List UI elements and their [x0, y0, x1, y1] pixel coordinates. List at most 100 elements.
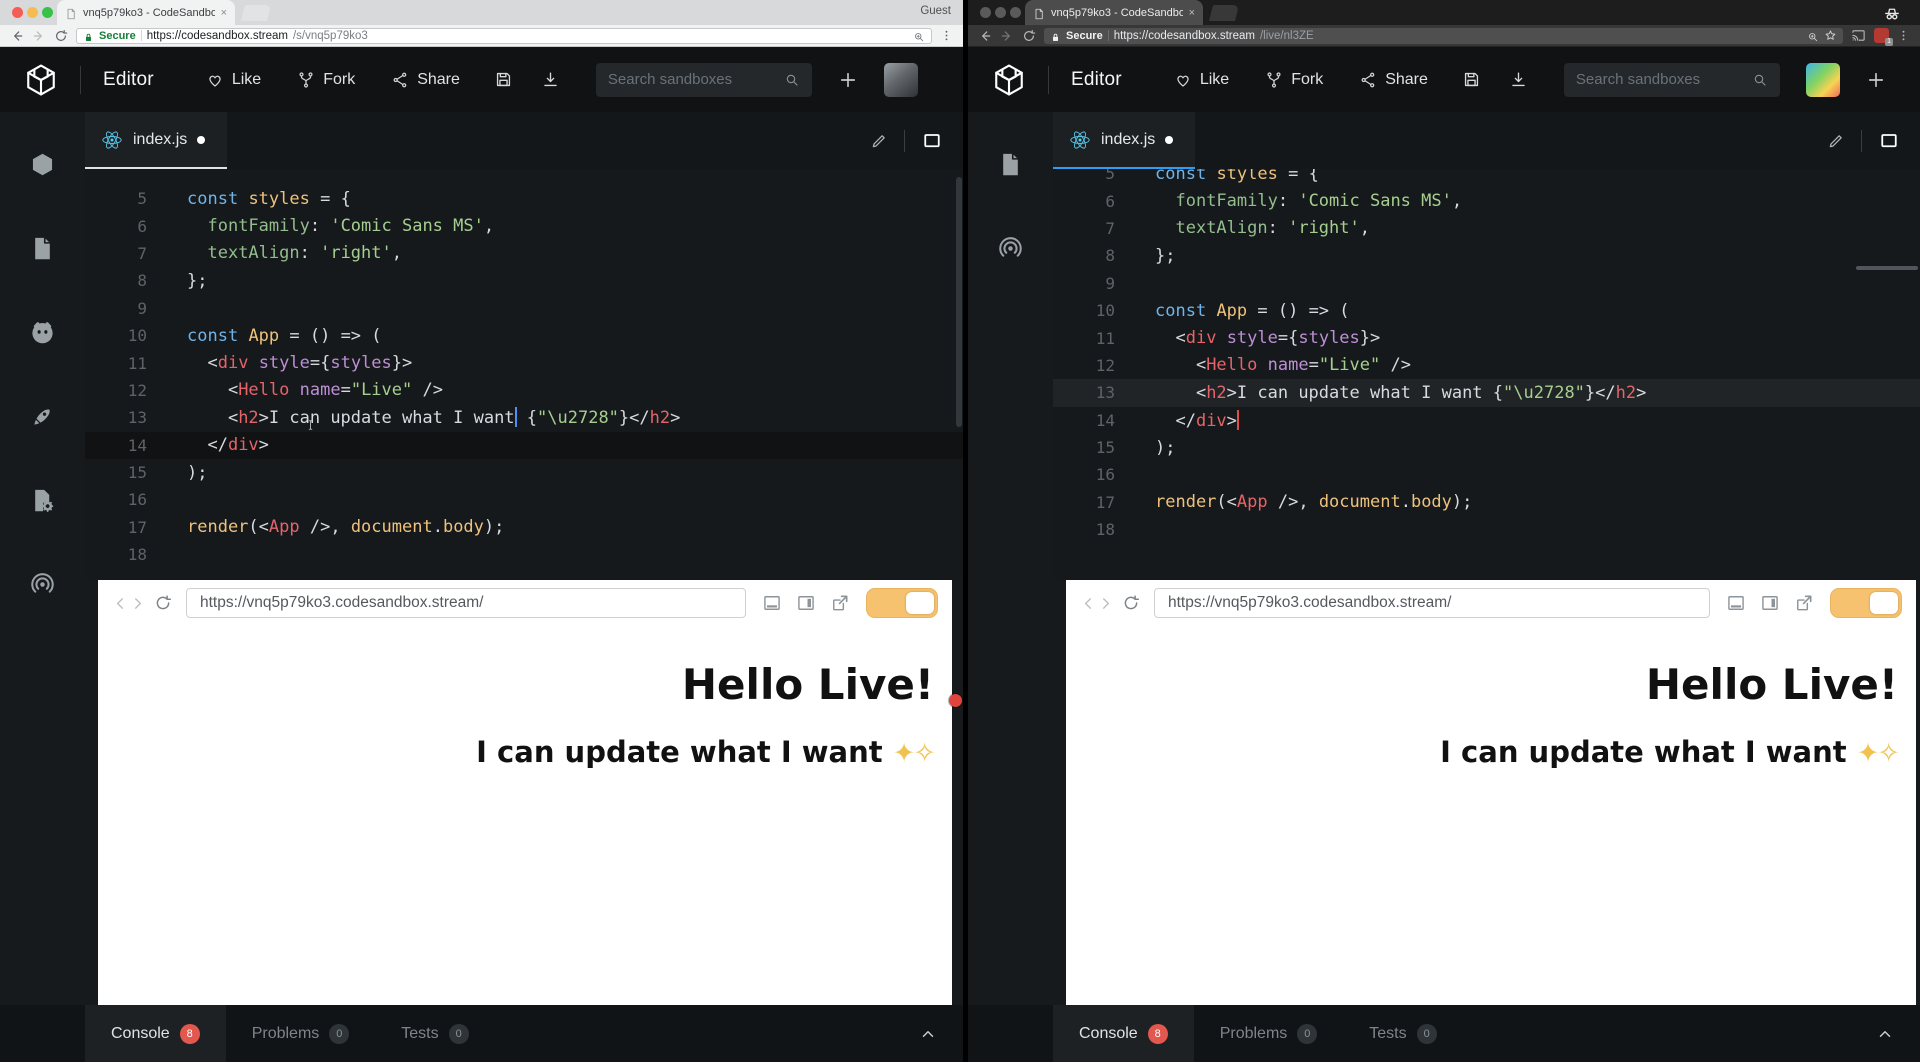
preview-heading: Hello Live! [98, 660, 952, 709]
cast-icon[interactable] [1851, 28, 1866, 43]
reload-icon[interactable] [1022, 29, 1036, 43]
zoom-window-button[interactable] [42, 7, 53, 18]
browser-tab[interactable]: vnq5p79ko3 - CodeSandbox × [1025, 0, 1203, 25]
file-explorer-icon[interactable] [997, 151, 1024, 178]
code-line-7: 7 textAlign: 'right', [1053, 215, 1920, 242]
edit-pencil-icon[interactable] [1827, 132, 1845, 150]
layout-bottom-icon[interactable] [762, 593, 782, 613]
problems-tab[interactable]: Problems 0 [1194, 1005, 1344, 1062]
profile-label[interactable]: Guest [920, 5, 951, 17]
github-icon[interactable] [29, 319, 56, 346]
preview-refresh-icon[interactable] [1122, 594, 1140, 612]
new-tab-button[interactable] [1209, 5, 1239, 21]
forward-icon[interactable] [1000, 29, 1014, 43]
url-path: /s/vnq5p79ko3 [293, 30, 908, 42]
window-controls[interactable] [12, 7, 53, 18]
line-number: 10 [1053, 301, 1115, 320]
preview-window-icon[interactable] [921, 132, 943, 150]
page-favicon-icon [1033, 7, 1045, 19]
save-icon[interactable] [1462, 70, 1481, 89]
tests-tab[interactable]: Tests 0 [375, 1005, 494, 1062]
codesandbox-logo-icon[interactable] [992, 63, 1026, 97]
console-tab[interactable]: Console 8 [1053, 1005, 1194, 1062]
like-button[interactable]: Like [1174, 71, 1229, 89]
code-line-9: 9 [1053, 270, 1920, 297]
preview-forward-icon[interactable] [129, 595, 146, 612]
zoom-page-icon[interactable] [913, 30, 925, 42]
bookmark-star-icon[interactable] [1824, 29, 1837, 42]
file-explorer-icon[interactable] [29, 235, 56, 262]
preview-address-bar[interactable]: https://vnq5p79ko3.codesandbox.stream/ [186, 588, 746, 618]
preview-forward-icon[interactable] [1097, 595, 1114, 612]
live-broadcast-icon[interactable] [29, 571, 56, 598]
zoom-page-icon[interactable] [1807, 30, 1819, 42]
close-window-button[interactable] [12, 7, 23, 18]
open-external-icon[interactable] [1794, 593, 1814, 613]
layout-right-icon[interactable] [1760, 593, 1780, 613]
avatar[interactable] [1806, 63, 1840, 97]
editor-scrollbar[interactable] [1856, 266, 1918, 270]
share-button[interactable]: Share [391, 71, 460, 89]
preview-subheading: I can update what I want ✦✧ [98, 735, 952, 769]
reload-icon[interactable] [54, 29, 68, 43]
console-tab[interactable]: Console 8 [85, 1005, 226, 1062]
live-preview-toggle[interactable] [1830, 588, 1902, 618]
preview-window-icon[interactable] [1878, 132, 1900, 150]
new-tab-button[interactable] [241, 5, 271, 21]
avatar[interactable] [884, 63, 918, 97]
zoom-window-button[interactable] [1010, 7, 1021, 18]
lock-icon [83, 30, 94, 41]
codesandbox-logo-icon[interactable] [24, 63, 58, 97]
edit-pencil-icon[interactable] [870, 132, 888, 150]
deployment-rocket-icon[interactable] [29, 403, 56, 430]
address-bar[interactable]: Secure https://codesandbox.stream /s/vnq… [76, 28, 932, 44]
code-editor[interactable]: 5const styles = {6 fontFamily: 'Comic Sa… [85, 169, 963, 580]
search-input[interactable]: Search sandboxes [1564, 63, 1780, 97]
minimize-window-button[interactable] [27, 7, 38, 18]
new-sandbox-icon[interactable] [1866, 70, 1886, 90]
sandbox-cube-icon[interactable] [29, 151, 56, 178]
expand-console-icon[interactable] [919, 1025, 937, 1043]
preview-refresh-icon[interactable] [154, 594, 172, 612]
new-sandbox-icon[interactable] [838, 70, 858, 90]
preview-address-bar[interactable]: https://vnq5p79ko3.codesandbox.stream/ [1154, 588, 1710, 618]
page-favicon-icon [65, 7, 77, 19]
browser-tab[interactable]: vnq5p79ko3 - CodeSandbox × [57, 0, 235, 25]
download-icon[interactable] [541, 70, 560, 89]
like-button[interactable]: Like [206, 71, 261, 89]
editor-scrollbar[interactable] [956, 177, 962, 427]
tests-tab[interactable]: Tests 0 [1343, 1005, 1462, 1062]
tab-index-js[interactable]: index.js [85, 112, 227, 169]
chrome-menu-icon[interactable] [1897, 29, 1910, 42]
live-broadcast-icon[interactable] [997, 235, 1024, 262]
close-window-button[interactable] [980, 7, 991, 18]
forward-icon[interactable] [32, 29, 46, 43]
problems-tab[interactable]: Problems 0 [226, 1005, 376, 1062]
chrome-menu-icon[interactable] [940, 29, 953, 42]
fork-button[interactable]: Fork [1265, 71, 1323, 89]
preview-back-icon[interactable] [112, 595, 129, 612]
status-bar: Console 8 Problems 0 Tests 0 [968, 1005, 1920, 1062]
back-icon[interactable] [978, 29, 992, 43]
download-icon[interactable] [1509, 70, 1528, 89]
search-input[interactable]: Search sandboxes [596, 63, 812, 97]
sandbox-config-icon[interactable] [29, 487, 56, 514]
share-button[interactable]: Share [1359, 71, 1428, 89]
expand-console-icon[interactable] [1876, 1025, 1894, 1043]
save-icon[interactable] [494, 70, 513, 89]
layout-bottom-icon[interactable] [1726, 593, 1746, 613]
fork-button[interactable]: Fork [297, 71, 355, 89]
preview-back-icon[interactable] [1080, 595, 1097, 612]
tab-index-js[interactable]: index.js [1053, 112, 1195, 169]
layout-right-icon[interactable] [796, 593, 816, 613]
extension-icon[interactable]: 1 [1874, 28, 1889, 43]
minimize-window-button[interactable] [995, 7, 1006, 18]
close-tab-icon[interactable]: × [1189, 7, 1195, 19]
code-editor[interactable]: 5const styles = {6 fontFamily: 'Comic Sa… [1053, 169, 1920, 580]
open-external-icon[interactable] [830, 593, 850, 613]
live-preview-toggle[interactable] [866, 588, 938, 618]
window-controls[interactable] [980, 7, 1021, 18]
back-icon[interactable] [10, 29, 24, 43]
address-bar[interactable]: Secure https://codesandbox.stream /live/… [1044, 28, 1843, 44]
close-tab-icon[interactable]: × [221, 7, 227, 19]
